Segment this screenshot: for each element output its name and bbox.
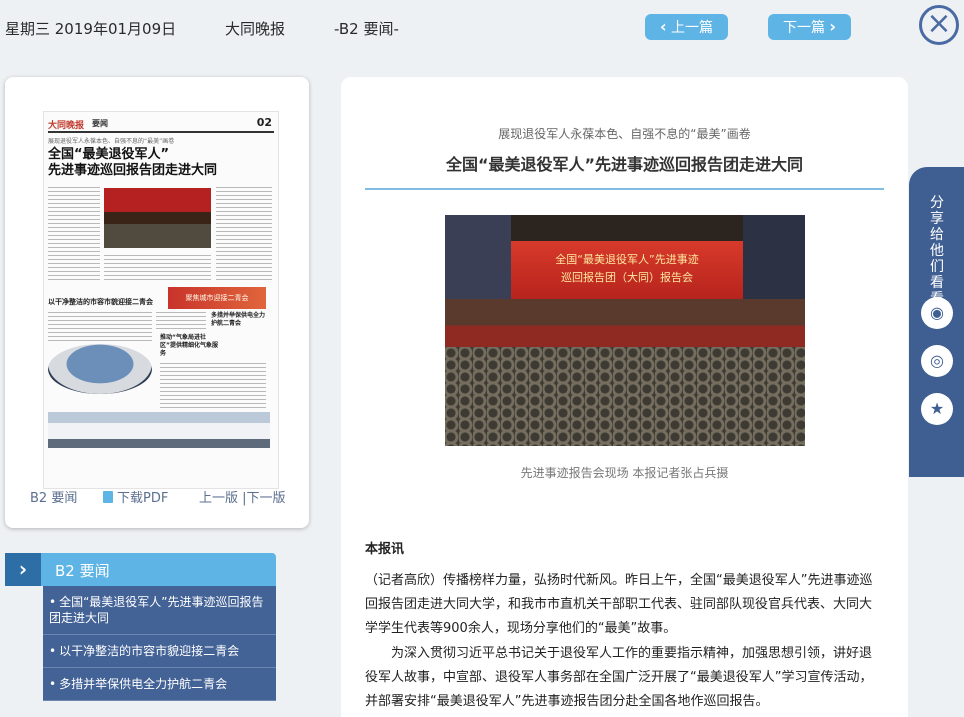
thumb-section: 要闻 [92,119,108,128]
newspaper-name: 大同晚报 [225,20,286,38]
list-item[interactable]: • 以干净整洁的市容市貌迎接二青会 [43,635,276,668]
weibo-icon[interactable]: ◎ [921,345,953,377]
page-thumbnail[interactable]: 大同晚报 要闻 02 展现退役军人永葆本色、自强不息的“最美”画卷 全国“最美退… [43,111,279,489]
thumb-page-number: 02 [256,116,272,129]
wechat-icon[interactable]: ◉ [921,297,953,329]
thumb-side-headline-2: 推动“气象局进社区”提供精细化气象服务 [160,334,218,357]
article-paragraph: （记者高欣）传播榜样力量，弘扬时代新风。昨日上午，全国“最美退役军人”先进事迹巡… [365,573,873,636]
article-lead: 本报讯 [365,542,405,557]
thumb-photo-truck [48,344,152,394]
page-card: 大同晚报 要闻 02 展现退役军人永葆本色、自强不息的“最美”画卷 全国“最美退… [5,77,309,528]
issue-date: 星期三 2019年01月09日 [5,20,177,38]
stage [445,299,805,347]
section-article-list: • 全国“最美退役军人”先进事迹巡回报告团走进大同 • 以干净整洁的市容市貌迎接二青… [43,586,276,701]
audience [445,347,805,446]
stage-screen: 全国“最美退役军人”先进事迹 巡回报告团（大同）报告会 [511,241,743,299]
photo-caption: 先进事迹报告会现场 本报记者张占兵摄 [520,466,729,480]
thumb-headline: 全国“最美退役军人” 先进事迹巡回报告团走进大同 [48,147,218,178]
thumb-sub-headline: 以干净整洁的市容市貌迎接二青会 [48,298,153,306]
next-article-button[interactable]: 下一篇 › [768,14,851,40]
article-kicker: 展现退役军人永葆本色、自强不息的“最美”画卷 [498,127,751,141]
thumb-text-column [104,252,211,282]
share-label: 分享给他们看看 [930,195,944,307]
thumb-divider [48,131,274,133]
thumb-text-column [48,309,152,341]
section-name: -B2 要闻- [334,20,399,38]
thumb-photo-stage [104,188,211,248]
thumb-kicker: 展现退役军人永葆本色、自强不息的“最美”画卷 [48,138,175,145]
close-icon[interactable]: × [919,5,959,45]
list-item[interactable]: • 多措并举保供电全力护航二青会 [43,668,276,701]
chevron-right-icon: › [5,553,41,586]
thumb-text-column [216,184,272,282]
qzone-icon[interactable]: ★ [921,393,953,425]
list-item[interactable]: • 全国“最美退役军人”先进事迹巡回报告团走进大同 [43,586,276,635]
pdf-icon [103,491,113,503]
thumb-masthead: 大同晚报 [48,121,85,131]
section-header[interactable]: › B2 要闻 [5,553,276,586]
chevron-left-icon: ‹ [659,17,667,36]
share-tab: 分享给他们看看 ◉ ◎ ★ [909,167,964,477]
thumb-text-column [160,360,266,408]
article-panel: 展现退役军人永葆本色、自强不息的“最美”画卷 全国“最美退役军人”先进事迹巡回报… [341,77,908,717]
page-pager[interactable]: 上一版 |下一版 [199,487,286,506]
edition-link[interactable]: B2 要闻 [30,487,77,506]
article-photo: 全国“最美退役军人”先进事迹 巡回报告团（大同）报告会 [445,215,805,446]
top-bar: 星期三 2019年01月09日 大同晚报 -B2 要闻- ‹ 上一篇 下一篇 ›… [0,0,964,56]
prev-article-button[interactable]: ‹ 上一篇 [645,14,728,40]
thumb-side-headline: 多措并举保供电全力护航二青会 [211,312,266,327]
chevron-right-icon: › [829,17,837,36]
download-pdf-link[interactable]: 下载PDF [103,487,168,506]
thumb-banner: 聚焦城市迎接二青会 [168,287,266,309]
title-divider [365,188,884,190]
thumb-text-column [48,184,100,282]
thumb-text-column [156,309,206,331]
article-title: 全国“最美退役军人”先进事迹巡回报告团走进大同 [445,155,804,174]
article-paragraph: 为深入贯彻习近平总书记关于退役军人工作的重要指示精神，加强思想引领，讲好退役军人… [365,646,873,709]
thumb-photo-snow [48,412,270,448]
section-header-label: B2 要闻 [55,562,110,580]
